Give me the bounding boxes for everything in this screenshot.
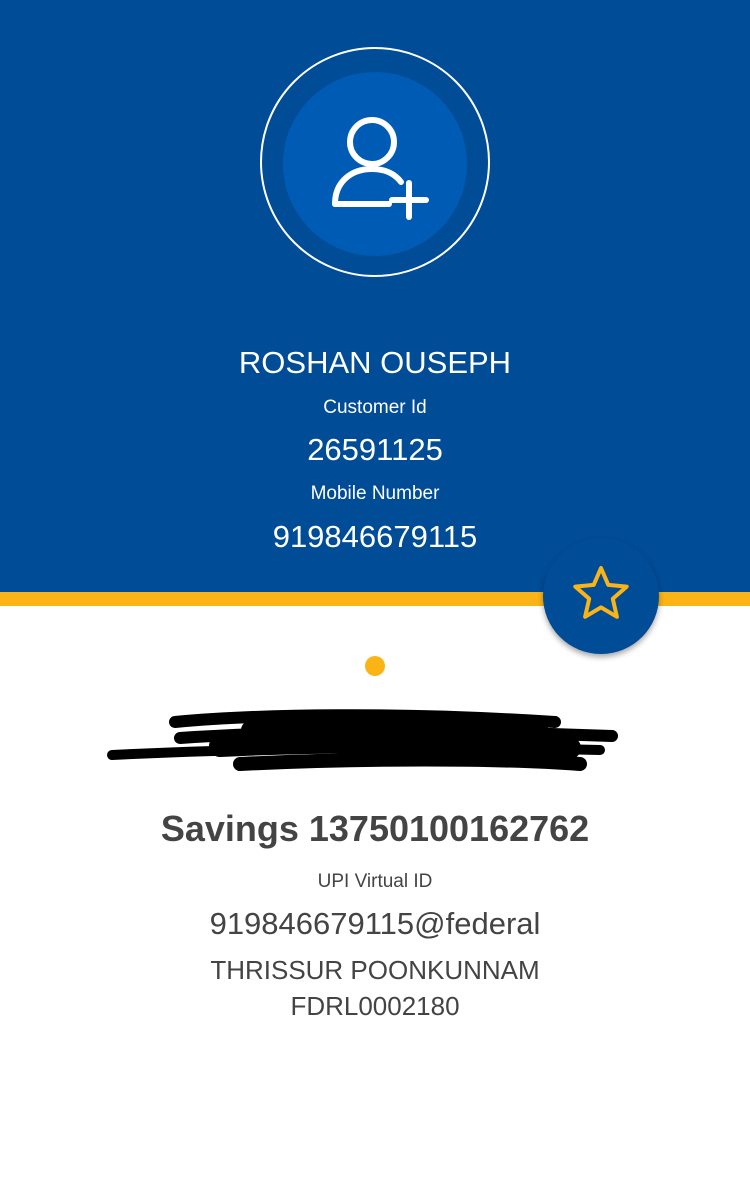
upi-id-value: 919846679115@federal bbox=[209, 906, 541, 941]
account-type-number: Savings 13750100162762 bbox=[160, 808, 590, 849]
star-icon bbox=[573, 566, 629, 619]
redacted-account-name bbox=[107, 709, 618, 771]
page-indicator-dot bbox=[365, 656, 385, 676]
favorite-button[interactable] bbox=[543, 538, 659, 654]
customer-id-label: Customer Id bbox=[323, 397, 427, 418]
mobile-number-label: Mobile Number bbox=[310, 483, 440, 504]
ifsc-code: FDRL0002180 bbox=[290, 991, 460, 1021]
customer-name: ROSHAN OUSEPH bbox=[238, 345, 512, 380]
add-user-icon bbox=[332, 117, 429, 220]
customer-id-value: 26591125 bbox=[307, 432, 443, 467]
branch-name: THRISSUR POONKUNNAM bbox=[210, 955, 540, 985]
upi-id-label: UPI Virtual ID bbox=[317, 871, 433, 892]
